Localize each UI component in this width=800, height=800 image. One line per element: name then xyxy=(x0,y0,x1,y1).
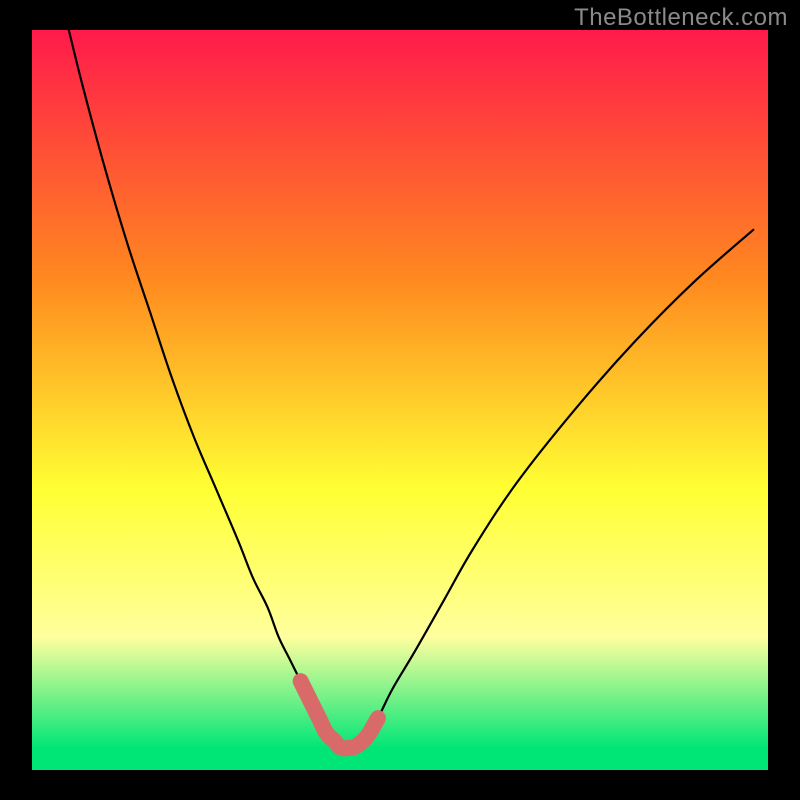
chart-frame: { "watermark": "TheBottleneck.com", "col… xyxy=(0,0,800,800)
plot-background xyxy=(32,30,768,770)
bottleneck-chart xyxy=(0,0,800,800)
